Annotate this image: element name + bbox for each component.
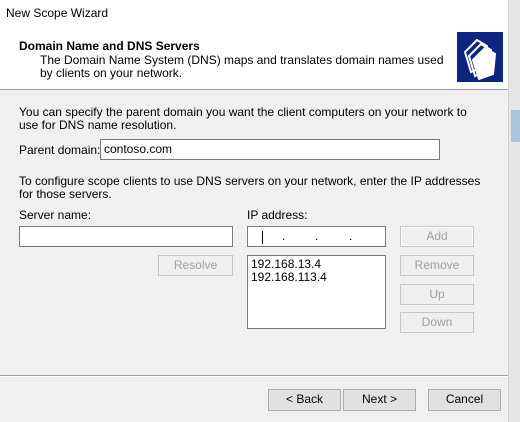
parent-domain-input[interactable]: contoso.com xyxy=(100,139,440,160)
dns-server-list[interactable]: 192.168.13.4 192.168.113.4 xyxy=(247,255,386,329)
remove-button[interactable]: Remove xyxy=(400,255,474,276)
list-item[interactable]: 192.168.113.4 xyxy=(251,271,382,284)
server-name-label: Server name: xyxy=(19,208,92,222)
server-name-input[interactable] xyxy=(19,226,233,247)
title-bar: New Scope Wizard xyxy=(0,0,508,28)
ip-separator-dot: . xyxy=(349,229,353,243)
ip-separator-dot: . xyxy=(282,229,286,243)
next-button[interactable]: Next > xyxy=(343,389,416,411)
new-scope-wizard-window: New Scope Wizard Domain Name and DNS Ser… xyxy=(0,0,520,422)
ip-address-label: IP address: xyxy=(247,208,308,222)
resolve-button[interactable]: Resolve xyxy=(158,255,233,276)
down-button[interactable]: Down xyxy=(400,312,474,333)
wizard-header: Domain Name and DNS Servers The Domain N… xyxy=(0,28,508,90)
page-description: The Domain Name System (DNS) maps and tr… xyxy=(40,53,444,80)
intro-text: You can specify the parent domain you wa… xyxy=(19,105,467,132)
up-button[interactable]: Up xyxy=(400,284,474,305)
text-cursor xyxy=(262,231,263,244)
cancel-button[interactable]: Cancel xyxy=(428,389,501,411)
wizard-folders-icon xyxy=(457,32,503,82)
ip-separator-dot: . xyxy=(315,229,319,243)
window-title: New Scope Wizard xyxy=(6,6,109,20)
footer-divider-highlight xyxy=(0,376,508,377)
parent-domain-label: Parent domain: xyxy=(19,143,101,157)
configure-text: To configure scope clients to use DNS se… xyxy=(19,174,481,201)
add-button[interactable]: Add xyxy=(400,226,474,247)
background-window-edge xyxy=(508,0,520,422)
back-button[interactable]: < Back xyxy=(268,389,341,411)
page-title: Domain Name and DNS Servers xyxy=(19,39,200,53)
ip-address-input[interactable]: . . . xyxy=(247,226,386,247)
background-scrollbar-thumb xyxy=(511,110,520,142)
